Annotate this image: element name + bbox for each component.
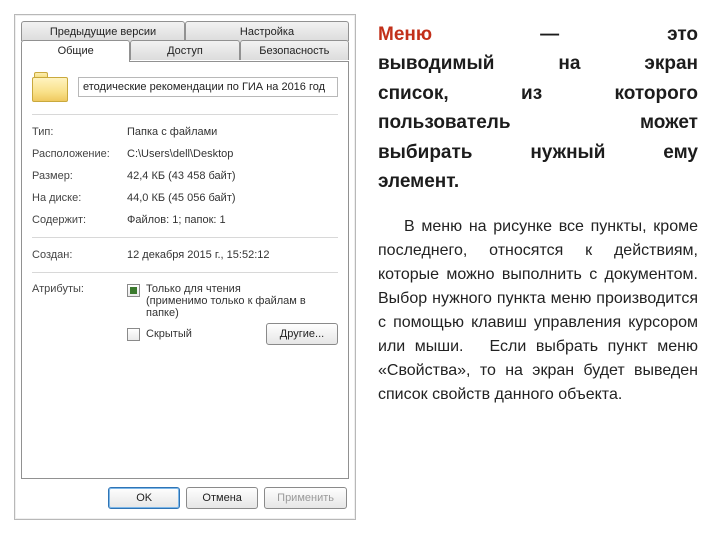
prop-created: Создан: 12 декабря 2015 г., 15:52:12 [32, 249, 338, 261]
readonly-text: Только для чтения (применимо только к фа… [146, 283, 338, 319]
def-line-3: список, из которого [378, 79, 698, 108]
folder-name-input[interactable]: етодические рекомендации по ГИА на 2016 … [78, 77, 338, 97]
tab-row-top: Предыдущие версии Настройка [21, 21, 349, 41]
prop-value: 42,4 КБ (43 458 байт) [127, 170, 338, 182]
prop-location: Расположение: C:\Users\dell\Desktop [32, 148, 338, 160]
prop-value: Файлов: 1; папок: 1 [127, 214, 338, 226]
def-line-2: выводимый на экран [378, 49, 698, 78]
ok-button[interactable]: OK [108, 487, 180, 509]
prop-ondisk: На диске: 44,0 КБ (45 056 байт) [32, 192, 338, 204]
definition-text: Меню — это выводимый на экран список, из… [378, 20, 698, 197]
folder-icon [32, 72, 68, 102]
attributes-area: Только для чтения (применимо только к фа… [127, 283, 338, 345]
tab-previous-versions[interactable]: Предыдущие версии [21, 21, 185, 41]
body-main: В меню на рисунке все пункты, кроме посл… [378, 218, 698, 355]
prop-value: Папка с файлами [127, 126, 338, 138]
readonly-checkbox[interactable] [127, 284, 140, 297]
tab-customize[interactable]: Настройка [185, 21, 349, 41]
prop-attributes: Атрибуты: Только для чтения (применимо т… [32, 283, 338, 345]
tab-row-bottom: Общие Доступ Безопасность [21, 40, 349, 62]
slide: Предыдущие версии Настройка Общие Доступ… [0, 0, 720, 540]
tab-strip: Предыдущие версии Настройка Общие Доступ… [15, 15, 355, 62]
prop-label: Расположение: [32, 148, 127, 160]
hidden-checkbox[interactable] [127, 328, 140, 341]
menu-keyword: Меню [378, 24, 432, 45]
hidden-label: Скрытый [146, 328, 192, 340]
tab-page-general: етодические рекомендации по ГИА на 2016 … [21, 61, 349, 479]
tab-general[interactable]: Общие [21, 40, 130, 62]
other-attributes-button[interactable]: Другие... [266, 323, 338, 345]
prop-label: На диске: [32, 192, 127, 204]
prop-label: Создан: [32, 249, 127, 261]
divider [32, 114, 338, 115]
prop-value: 12 декабря 2015 г., 15:52:12 [127, 249, 338, 261]
prop-size: Размер: 42,4 КБ (43 458 байт) [32, 170, 338, 182]
def-line-4: пользователь может [378, 108, 698, 137]
def-line-6: элемент. [378, 167, 698, 196]
header-row: етодические рекомендации по ГИА на 2016 … [32, 72, 338, 102]
prop-label: Тип: [32, 126, 127, 138]
prop-label: Размер: [32, 170, 127, 182]
def-rest-1: — это [432, 24, 698, 45]
readonly-note: (применимо только к файлам в папке) [146, 295, 306, 319]
properties-dialog: Предыдущие версии Настройка Общие Доступ… [14, 14, 356, 520]
tab-security[interactable]: Безопасность [240, 40, 349, 60]
divider [32, 272, 338, 273]
prop-value: 44,0 КБ (45 056 байт) [127, 192, 338, 204]
divider [32, 237, 338, 238]
tab-sharing[interactable]: Доступ [130, 40, 239, 60]
apply-button[interactable]: Применить [264, 487, 347, 509]
readonly-label: Только для чтения [146, 283, 241, 295]
prop-label: Атрибуты: [32, 283, 127, 345]
attr-readonly-row: Только для чтения (применимо только к фа… [127, 283, 338, 319]
prop-type: Тип: Папка с файлами [32, 126, 338, 138]
def-line-5: выбирать нужный ему [378, 138, 698, 167]
explanation-panel: Меню — это выводимый на экран список, из… [356, 14, 706, 526]
prop-value: C:\Users\dell\Desktop [127, 148, 338, 160]
attr-hidden-row: Скрытый Другие... [127, 323, 338, 345]
dialog-footer: OK Отмена Применить [15, 479, 355, 519]
cancel-button[interactable]: Отмена [186, 487, 258, 509]
prop-label: Содержит: [32, 214, 127, 226]
body-paragraph: В меню на рисунке все пункты, кроме посл… [378, 215, 698, 407]
prop-contains: Содержит: Файлов: 1; папок: 1 [32, 214, 338, 226]
